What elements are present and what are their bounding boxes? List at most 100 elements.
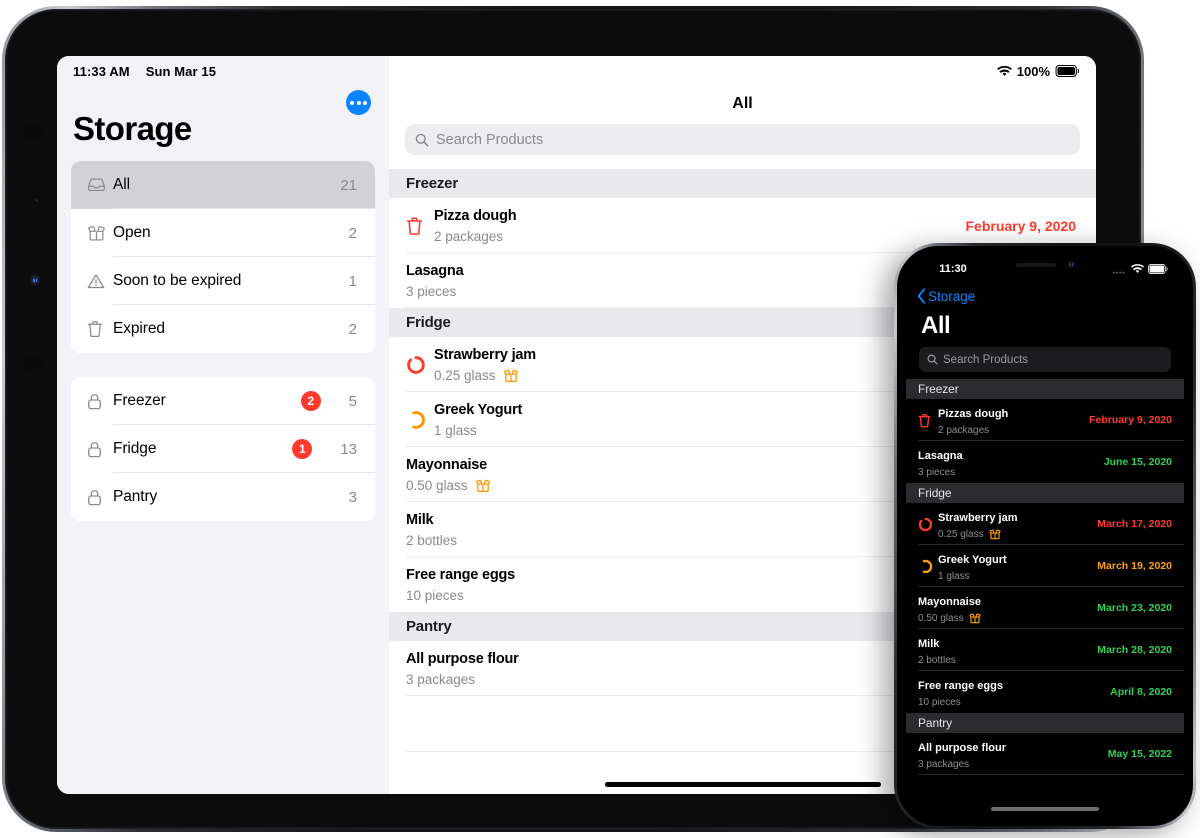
open-box-icon [87,225,113,242]
product-name: Free range eggs [406,567,516,583]
expiry-date: February 9, 2020 [965,217,1076,234]
quantity-label: 3 pieces [918,467,956,478]
notch [979,255,1111,277]
expiry-date: March 28, 2020 [1097,644,1172,656]
sidebar-item-pantry[interactable]: Pantry 3 [71,473,375,521]
status-date: Sun Mar 15 [145,63,217,79]
ipad-speaker-bottom [23,354,45,376]
product-name: Milk [918,638,940,650]
search-icon [927,354,938,365]
list-item[interactable]: Greek Yogurt 1 glass March 19, 2020 [906,545,1184,587]
home-indicator[interactable] [991,807,1099,811]
list-item[interactable]: Strawberry jam 0.25 glass March 17, 2020 [906,503,1184,545]
section-header-fridge: Fridge [906,483,1184,503]
open-box-icon [475,479,491,493]
product-quantity: 3 pieces [918,467,1104,478]
product-name: Mayonnaise [406,457,487,473]
chevron-left-icon [917,288,926,304]
section-header-freezer: Freezer [906,379,1184,399]
sidebar-item-label: Pantry [113,488,158,505]
expiry-date: March 23, 2020 [1097,602,1172,614]
search-icon [415,133,429,147]
quantity-label: 2 bottles [918,655,956,666]
quantity-label: 0.50 glass [406,478,468,493]
status-badge: 2 [300,391,321,411]
sidebar-item-soon-to-be-expired[interactable]: Soon to be expired 1 [71,257,375,305]
sidebar-item-count: 2 [348,224,357,242]
sidebar-item-count: 3 [348,488,357,506]
sidebar-item-freezer[interactable]: Freezer 2 5 [71,377,375,425]
status-time: 11:33 AM [73,63,130,79]
sidebar-item-open[interactable]: Open 2 [71,209,375,257]
ipad-status-right: 100% [389,56,1096,86]
quantity-label: 10 pieces [918,697,961,708]
iphone-screen: 11:30 Storage All Search Products Freeze… [906,255,1184,817]
lock-icon [87,489,113,506]
home-indicator[interactable] [604,782,881,787]
product-name: Strawberry jam [938,512,1018,524]
ipad-front-camera [32,277,38,283]
back-button[interactable]: Storage [906,281,1184,304]
tray-icon [87,177,113,193]
dot-icon [356,100,361,105]
status-time: 11:30 [939,263,967,275]
ring-icon [406,355,434,375]
sidebar-item-count: 21 [340,176,357,194]
quantity-label: 2 packages [434,229,504,244]
expiry-date: February 9, 2020 [1089,414,1172,426]
expiry-date: March 19, 2020 [1097,560,1172,572]
warning-triangle-icon [87,273,113,290]
search-input[interactable]: Search Products [919,347,1171,372]
list-item[interactable]: Pizzas dough 2 packages February 9, 2020 [906,399,1184,441]
ring-icon [918,517,938,532]
trash-icon [87,320,113,338]
product-quantity: 3 packages [918,759,1108,770]
wifi-icon [1131,264,1144,274]
list-item[interactable]: Milk 2 bottles March 28, 2020 [906,629,1184,671]
status-badge: 1 [292,439,313,459]
wifi-icon [996,65,1012,77]
sidebar-group-filters: All 21 Open 2 Soon to be expired 1 Expir… [71,161,375,353]
search-input[interactable]: Search Products [405,124,1080,155]
speaker-grille-icon [1015,262,1056,267]
nav-title: All [732,95,753,112]
open-box-icon [989,529,1001,540]
quantity-label: 0.50 glass [918,613,964,624]
sidebar-item-label: Freezer [113,392,166,409]
product-quantity: 2 packages [434,229,965,244]
list-item[interactable]: Free range eggs 10 pieces April 8, 2020 [906,671,1184,713]
product-name: Free range eggs [918,680,1003,692]
battery-icon [1148,264,1168,274]
product-quantity: 2 bottles [918,655,1097,666]
trash-icon [918,413,938,428]
more-options-button[interactable] [346,90,371,115]
quantity-label: 10 pieces [406,588,464,603]
product-name: All purpose flour [918,742,1006,754]
list-item[interactable]: Lasagna 3 pieces June 15, 2020 [906,441,1184,483]
product-name: Milk [406,512,434,528]
iphone-bezel: 11:30 Storage All Search Products Freeze… [897,246,1193,826]
sidebar-item-fridge[interactable]: Fridge 1 13 [71,425,375,473]
sidebar-item-label: Soon to be expired [113,272,242,289]
sidebar-item-all[interactable]: All 21 [71,161,375,209]
sidebar-item-expired[interactable]: Expired 2 [71,305,375,353]
quantity-label: 2 packages [938,425,990,436]
expiry-date: June 15, 2020 [1103,456,1172,468]
product-name: Mayonnaise [918,596,981,608]
product-name: Greek Yogurt [938,554,1007,566]
sidebar: 11:33 AM Sun Mar 15 Storage All 21 Open … [57,56,389,794]
sidebar-item-count: 5 [348,392,357,410]
open-box-icon [969,613,981,624]
front-camera-icon [1067,261,1075,268]
list-item[interactable]: Mayonnaise 0.50 glass March 23, 2020 [906,587,1184,629]
product-quantity: 2 packages [938,425,1089,436]
lock-icon [87,441,113,458]
quantity-label: 3 packages [918,759,970,770]
list-item[interactable]: All purpose flour 3 packages May 15, 202… [906,733,1184,775]
product-name: Pizza dough [434,208,517,224]
battery-percent-label: 100% [1016,63,1050,79]
product-quantity: 1 glass [938,571,1097,582]
screenshot-stage: 11:33 AM Sun Mar 15 Storage All 21 Open … [0,0,1200,838]
expiry-date: March 17, 2020 [1097,518,1172,530]
ipad-mic-dot [35,199,38,202]
